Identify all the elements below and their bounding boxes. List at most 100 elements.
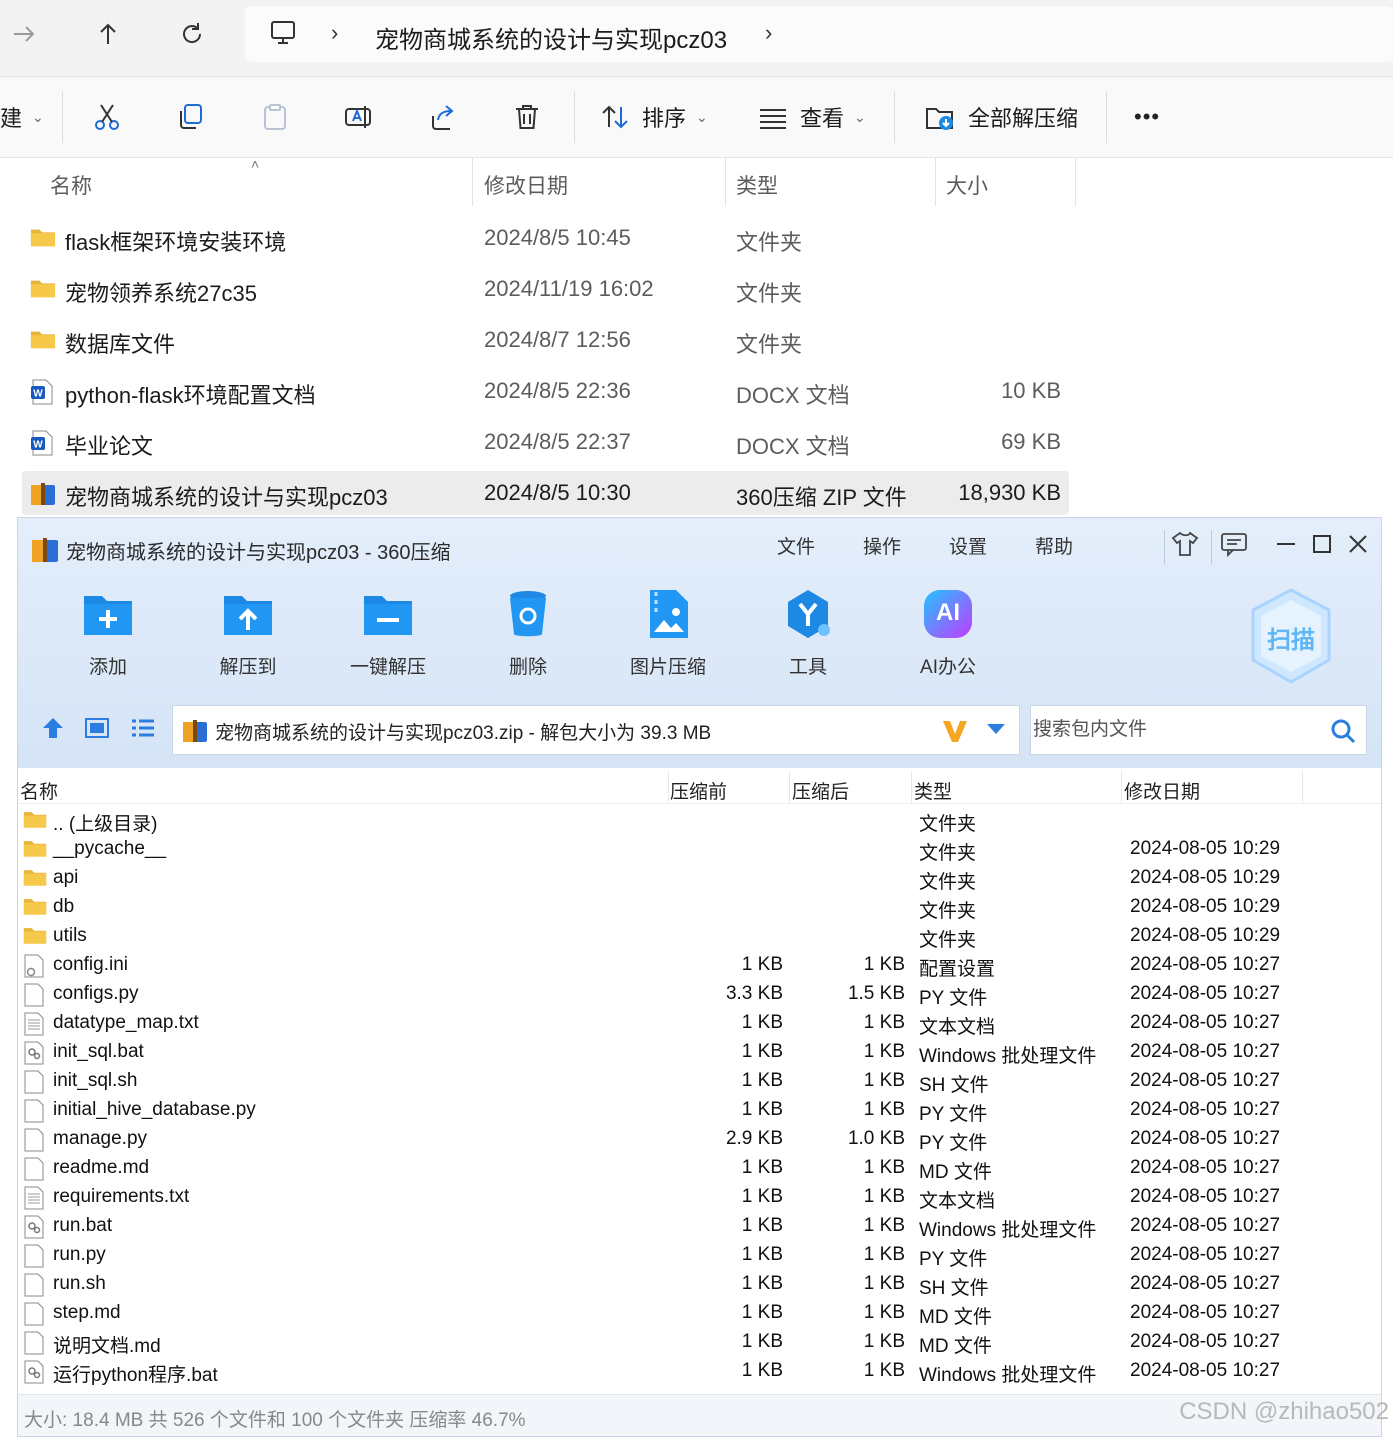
file-icon (23, 1244, 45, 1273)
archive-file-row[interactable]: __pycache__ 文件夹 2024-08-05 10:29 (18, 835, 1378, 864)
explorer-file-row[interactable]: flask框架环境安装环境 2024/8/5 10:45 文件夹 (22, 216, 1069, 260)
archive-file-row[interactable]: readme.md 1 KB 1 KB MD 文件 2024-08-05 10:27 (18, 1154, 1378, 1183)
feedback-button[interactable] (1216, 528, 1252, 560)
rename-button[interactable] (344, 97, 374, 137)
extract-all-label: 全部解压缩 (968, 106, 1079, 131)
archive-file-row[interactable]: step.md 1 KB 1 KB MD 文件 2024-08-05 10:27 (18, 1299, 1378, 1328)
menu-file[interactable]: 文件 (777, 532, 815, 559)
v-badge-icon[interactable] (941, 718, 969, 744)
chevron-down-icon: ⌄ (32, 108, 44, 125)
archive-file-row[interactable]: initial_hive_database.py 1 KB 1 KB PY 文件 202… (18, 1096, 1378, 1125)
entry-name: readme.md (53, 1157, 150, 1178)
archive-file-row[interactable]: requirements.txt 1 KB 1 KB 文本文档 2024-08-05 1… (18, 1183, 1378, 1212)
file-icon (23, 1099, 45, 1128)
column-name[interactable]: 名称 (50, 170, 92, 200)
add-button[interactable]: 添加 (58, 586, 158, 679)
sort-button[interactable]: 排序 ⌄ (600, 97, 708, 137)
address-bar[interactable]: › 宠物商城系统的设计与实现pcz03 › (245, 6, 1393, 62)
scan-button[interactable]: 扫描 (1246, 586, 1336, 686)
archive-path-bar[interactable]: 宠物商城系统的设计与实现pcz03.zip - 解包大小为 39.3 MB (172, 705, 1020, 755)
watermark: CSDN @zhihao502 (1179, 1398, 1389, 1425)
skin-button[interactable] (1167, 528, 1203, 560)
ai-badge-text: AI (936, 599, 960, 626)
column-divider[interactable] (1075, 158, 1076, 206)
archive-search-input[interactable] (1031, 706, 1325, 754)
ai-office-button[interactable]: AI AI办公 (898, 586, 998, 679)
maximize-button[interactable] (1304, 528, 1340, 560)
menu-settings[interactable]: 设置 (949, 532, 987, 559)
column-divider[interactable] (1121, 771, 1122, 803)
archive-file-row[interactable]: init_sql.sh 1 KB 1 KB SH 文件 2024-08-05 10:27 (18, 1067, 1378, 1096)
archive-file-row[interactable]: run.sh 1 KB 1 KB SH 文件 2024-08-05 10:27 (18, 1270, 1378, 1299)
column-before[interactable]: 压缩前 (670, 777, 727, 804)
explorer-file-row[interactable]: Wpython-flask环境配置文档 2024/8/5 22:36 DOCX 文档… (22, 369, 1069, 413)
paste-button[interactable] (260, 97, 290, 137)
explorer-file-row[interactable]: W 毕业论文 2024/8/5 22:37 DOCX 文档 69 KB (22, 420, 1069, 464)
archive-file-row[interactable]: run.py 1 KB 1 KB PY 文件 2024-08-05 10:27 (18, 1241, 1378, 1270)
menu-operation[interactable]: 操作 (863, 532, 901, 559)
column-type[interactable]: 类型 (736, 170, 778, 200)
up-button[interactable] (88, 14, 128, 54)
explorer-file-row[interactable]: 宠物领养系统27c35 2024/11/19 16:02 文件夹 (22, 267, 1069, 311)
column-type[interactable]: 类型 (914, 777, 952, 804)
breadcrumb[interactable]: 宠物商城系统的设计与实现pcz03 (375, 20, 727, 55)
menu-help[interactable]: 帮助 (1035, 532, 1073, 559)
forward-button[interactable] (4, 14, 44, 54)
archive-file-row[interactable]: 说明文档.md 1 KB 1 KB MD 文件 2024-08-05 10:27 (18, 1328, 1378, 1357)
up-level-button[interactable] (40, 715, 66, 746)
delete-button[interactable] (512, 97, 542, 137)
archive-file-row[interactable]: datatype_map.txt 1 KB 1 KB 文本文档 2024-08-05 1… (18, 1009, 1378, 1038)
close-button[interactable] (1340, 528, 1376, 560)
archive-file-row[interactable]: .. (上级目录) 文件夹 (18, 806, 1378, 835)
column-after[interactable]: 压缩后 (792, 777, 849, 804)
column-divider[interactable] (789, 771, 790, 803)
extract-to-button[interactable]: 解压到 (198, 586, 298, 679)
archive-file-row[interactable]: utils 文件夹 2024-08-05 10:29 (18, 922, 1378, 951)
column-divider[interactable] (935, 158, 936, 206)
extract-all-button[interactable]: 全部解压缩 (924, 97, 1078, 137)
thumbnail-view-button[interactable] (84, 715, 110, 746)
archive-file-row[interactable]: api 文件夹 2024-08-05 10:29 (18, 864, 1378, 893)
tools-button[interactable]: 工具 (758, 586, 858, 679)
explorer-file-row[interactable]: 宠物商城系统的设计与实现pcz03 2024/8/5 10:30 360压缩 ZIP… (22, 471, 1069, 515)
archive-search-box[interactable] (1030, 705, 1367, 755)
dropdown-arrow-icon[interactable] (985, 722, 1007, 736)
column-divider[interactable] (725, 158, 726, 206)
archive-file-row[interactable]: manage.py 2.9 KB 1.0 KB PY 文件 2024-08-05 10:… (18, 1125, 1378, 1154)
word-icon: W (30, 430, 54, 461)
column-divider[interactable] (668, 771, 669, 803)
copy-button[interactable] (176, 97, 206, 137)
close-icon (1349, 535, 1367, 553)
one-click-extract-button[interactable]: 一键解压 (338, 586, 438, 679)
delete-archive-button[interactable]: 删除 (478, 586, 578, 679)
column-name[interactable]: 名称 (20, 777, 58, 804)
share-button[interactable] (428, 97, 458, 137)
search-icon[interactable] (1329, 717, 1357, 745)
archive-file-row[interactable]: 运行python程序.bat 1 KB 1 KB Windows 批处理文件 2024-… (18, 1357, 1378, 1386)
column-divider[interactable] (1302, 771, 1303, 803)
archive-file-row[interactable]: db 文件夹 2024-08-05 10:29 (18, 893, 1378, 922)
entry-name: run.sh (53, 1273, 106, 1294)
view-button[interactable]: 查看 ⌄ (758, 97, 866, 137)
column-divider[interactable] (911, 771, 912, 803)
archive-file-row[interactable]: config.ini 1 KB 1 KB 配置设置 2024-08-05 10:27 (18, 951, 1378, 980)
column-size[interactable]: 大小 (946, 170, 988, 200)
archive-file-row[interactable]: run.bat 1 KB 1 KB Windows 批处理文件 2024-08-05 1… (18, 1212, 1378, 1241)
image-compress-button[interactable]: 图片压缩 (618, 586, 718, 679)
breadcrumb-chevron-icon[interactable]: › (765, 20, 772, 46)
new-button[interactable]: 建 ⌄ (0, 97, 44, 137)
column-date[interactable]: 修改日期 (484, 170, 568, 200)
minimize-button[interactable] (1268, 528, 1304, 560)
column-divider[interactable] (472, 158, 473, 206)
archive-file-row[interactable]: init_sql.bat 1 KB 1 KB Windows 批处理文件 2024-08… (18, 1038, 1378, 1067)
more-button[interactable]: ••• (1134, 97, 1160, 137)
file-type: DOCX 文档 (736, 383, 850, 408)
archive-file-row[interactable]: configs.py 3.3 KB 1.5 KB PY 文件 2024-08-05 10… (18, 980, 1378, 1009)
ai-office-label: AI办公 (920, 657, 976, 678)
refresh-button[interactable] (172, 14, 212, 54)
column-date[interactable]: 修改日期 (1124, 777, 1200, 804)
cut-button[interactable] (92, 97, 122, 137)
explorer-file-row[interactable]: 数据库文件 2024/8/7 12:56 文件夹 (22, 318, 1069, 362)
batch-file-icon (23, 1215, 45, 1244)
list-view-button[interactable] (130, 715, 156, 746)
